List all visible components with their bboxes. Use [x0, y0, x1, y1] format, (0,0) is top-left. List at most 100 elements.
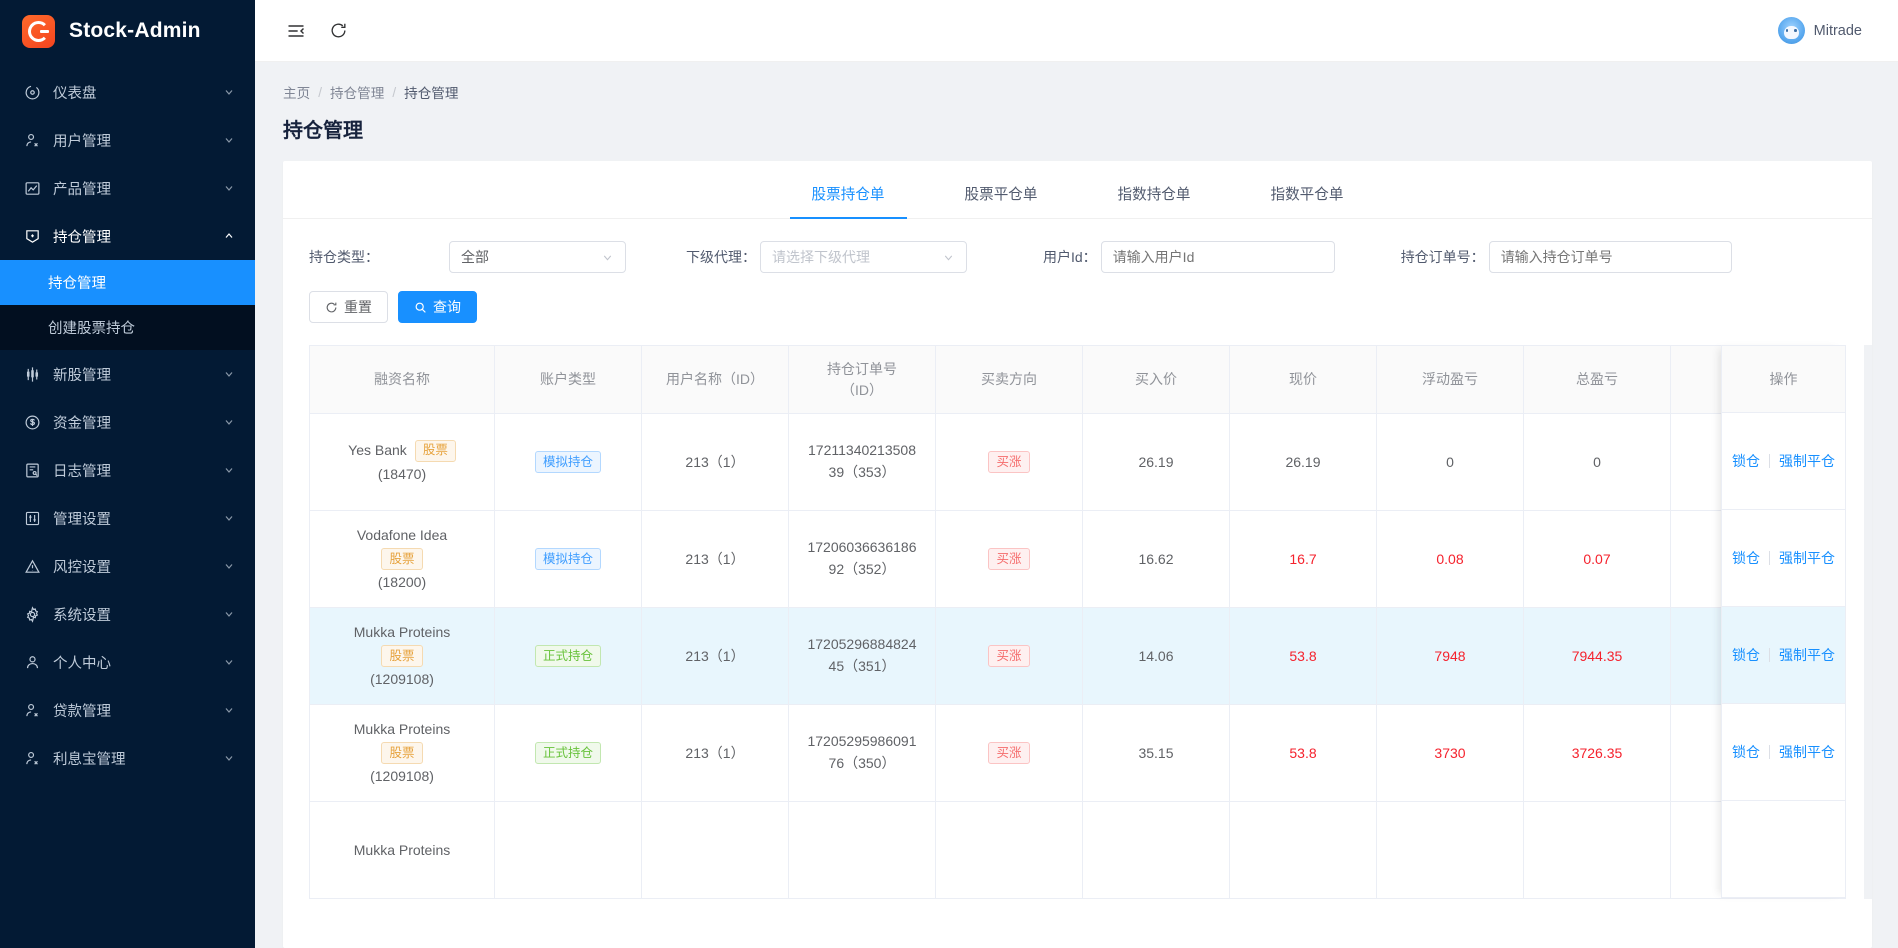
table-row[interactable]: Mukka Proteins 股票 (1209108) 正式持仓 213（1） 17205… [309, 704, 1846, 802]
chevron-down-icon [223, 134, 235, 146]
table-body: Yes Bank 股票 (18470) 模拟持仓 213（1） 1721134021350… [309, 413, 1846, 899]
table-horizontal-scroll[interactable]: 融资名称 账户类型 用户名称（ID） 持仓订单号 （ID） 买卖方向 买入价 现… [309, 345, 1846, 899]
breadcrumb: 主页 / 持仓管理 / 持仓管理 [283, 82, 1872, 102]
sidebar-item-new-stock-manage[interactable]: 新股管理 [0, 350, 255, 398]
col-float-pl: 浮动盈亏 [1376, 345, 1524, 414]
col-user-name: 用户名称（ID） [641, 345, 789, 414]
col-order-no: 持仓订单号 （ID） [788, 345, 936, 414]
direction-tag: 买涨 [988, 645, 1030, 667]
force-close-link[interactable]: 强制平仓 [1779, 645, 1835, 665]
chevron-down-icon [223, 368, 235, 380]
filter-label: 下级代理： [686, 249, 756, 265]
col-order-no-line2: （ID） [841, 381, 883, 398]
action-divider [1769, 745, 1770, 759]
sidebar-item-system-settings[interactable]: 系统设置 [0, 590, 255, 638]
sidebar-item-risk-settings[interactable]: 风控设置 [0, 542, 255, 590]
vertical-scrollbar[interactable] [1864, 345, 1872, 899]
sidebar-item-position-manage[interactable]: 持仓管理 [0, 212, 255, 260]
account-type-tag: 模拟持仓 [534, 451, 601, 473]
menu-fold-icon[interactable] [281, 16, 311, 46]
breadcrumb-separator: / [392, 84, 397, 100]
product-chart-icon [22, 178, 42, 198]
search-button[interactable]: 查询 [398, 291, 477, 323]
user-menu[interactable]: Mitrade [1777, 17, 1876, 44]
interest-user-icon [22, 748, 42, 768]
breadcrumb-item-home[interactable]: 主页 [283, 82, 310, 102]
sub-agent-select[interactable]: 请选择下级代理 [760, 241, 967, 273]
cell-financing-name: Mukka Proteins 股票 (1209108) [309, 704, 495, 802]
sidebar-subitem-label: 创建股票持仓 [48, 321, 135, 337]
sidebar-item-interest-manage[interactable]: 利息宝管理 [0, 734, 255, 782]
col-action: 操作 [1721, 345, 1846, 413]
tab-index-positions[interactable]: 指数持仓单 [1096, 183, 1213, 218]
refresh-icon[interactable] [323, 16, 353, 46]
action-divider [1769, 648, 1770, 662]
sidebar-item-label: 用户管理 [53, 133, 111, 150]
brand[interactable]: Stock-Admin [0, 0, 255, 62]
filter-sub-agent: 下级代理： [686, 247, 760, 267]
lock-position-link[interactable]: 锁仓 [1732, 742, 1760, 762]
lock-position-link[interactable]: 锁仓 [1732, 645, 1760, 665]
brand-name: Stock-Admin [69, 19, 201, 42]
filter-actions: 重置 查询 [283, 273, 1872, 323]
dashboard-icon [22, 82, 42, 102]
cell-float-pl: 3730 [1376, 704, 1524, 802]
cell-order-no: 17211340213508 39（353） [788, 413, 936, 511]
sidebar-item-user-manage[interactable]: 用户管理 [0, 116, 255, 164]
table-row[interactable]: Vodafone Idea 股票 (18200) 模拟持仓 213（1） 17206036… [309, 510, 1846, 608]
tab-index-closed[interactable]: 指数平仓单 [1248, 183, 1365, 218]
force-close-link[interactable]: 强制平仓 [1779, 742, 1835, 762]
breadcrumb-item-position-group[interactable]: 持仓管理 [330, 82, 384, 102]
lock-position-link[interactable]: 锁仓 [1732, 548, 1760, 568]
user-manage-icon [22, 130, 42, 150]
content-wrapper: 股票持仓单 股票平仓单 指数持仓单 指数平仓单 持仓类型： 全部 下级代理： 请… [255, 143, 1898, 948]
reset-button[interactable]: 重置 [309, 291, 388, 323]
sidebar-item-loan-manage[interactable]: 贷款管理 [0, 686, 255, 734]
cell-total-pl [1523, 801, 1671, 899]
force-close-link[interactable]: 强制平仓 [1779, 451, 1835, 471]
cell-name-code: (1209108) [370, 671, 434, 687]
filter-label: 用户Id： [1043, 249, 1097, 265]
cell-name-code: (1209108) [370, 768, 434, 784]
tab-bar: 股票持仓单 股票平仓单 指数持仓单 指数平仓单 [283, 161, 1872, 219]
reset-icon [325, 301, 338, 314]
sidebar-item-label: 产品管理 [53, 181, 111, 198]
sidebar-item-personal-center[interactable]: 个人中心 [0, 638, 255, 686]
cell-float-pl [1376, 801, 1524, 899]
table-row[interactable]: Mukka Proteins 股票 (1209108) 正式持仓 213（1） 17205… [309, 607, 1846, 705]
position-type-select[interactable]: 全部 [449, 241, 626, 273]
sidebar-item-fund-manage[interactable]: 资金管理 [0, 398, 255, 446]
cell-name-text: Mukka Proteins [353, 721, 451, 737]
cell-float-pl: 0 [1376, 413, 1524, 511]
sidebar-item-label: 日志管理 [53, 463, 111, 480]
force-close-link[interactable]: 强制平仓 [1779, 548, 1835, 568]
tab-stock-positions[interactable]: 股票持仓单 [789, 183, 907, 219]
cell-account-type: 模拟持仓 [494, 413, 642, 511]
cell-total-pl: 0 [1523, 413, 1671, 511]
search-label: 查询 [433, 299, 461, 315]
order-no-input[interactable] [1488, 241, 1732, 273]
cell-float-pl: 0.08 [1376, 510, 1524, 608]
table-row[interactable]: Mukka Proteins [309, 801, 1846, 899]
chevron-down-icon [223, 704, 235, 716]
cell-financing-name: Mukka Proteins [309, 801, 495, 899]
table-row[interactable]: Yes Bank 股票 (18470) 模拟持仓 213（1） 1721134021350… [309, 413, 1846, 511]
tab-stock-closed[interactable]: 股票平仓单 [943, 183, 1060, 218]
lock-position-link[interactable]: 锁仓 [1732, 451, 1760, 471]
account-type-tag: 正式持仓 [534, 742, 601, 764]
sidebar-item-log-manage[interactable]: 日志管理 [0, 446, 255, 494]
cell-account-type: 正式持仓 [494, 704, 642, 802]
cell-total-pl: 7944.35 [1523, 607, 1671, 705]
sidebar-submenu-position: 持仓管理 创建股票持仓 [0, 260, 255, 350]
user-id-input[interactable] [1100, 241, 1335, 273]
cell-direction: 买涨 [935, 510, 1083, 608]
avatar [1777, 17, 1805, 44]
sidebar-item-dashboard[interactable]: 仪表盘 [0, 68, 255, 116]
chevron-down-icon [223, 608, 235, 620]
sidebar-subitem-position-manage[interactable]: 持仓管理 [0, 260, 255, 305]
sidebar-subitem-create-stock-position[interactable]: 创建股票持仓 [0, 305, 255, 350]
cell-total-pl: 3726.35 [1523, 704, 1671, 802]
sidebar-item-admin-settings[interactable]: 管理设置 [0, 494, 255, 542]
sidebar-item-product-manage[interactable]: 产品管理 [0, 164, 255, 212]
filter-label: 持仓订单号： [1400, 249, 1485, 265]
